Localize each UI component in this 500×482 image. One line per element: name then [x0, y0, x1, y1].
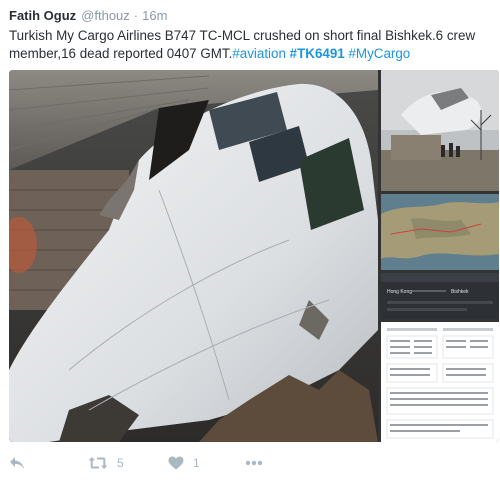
tweet-header: Fatih Oguz @fthouz · 16m	[9, 8, 167, 24]
reply-button[interactable]	[9, 453, 25, 473]
tweet: Fatih Oguz @fthouz · 16m Turkish My Carg…	[0, 0, 500, 482]
media-grid: Hong Kong Bishkek	[9, 70, 499, 442]
more-button[interactable]	[245, 453, 263, 473]
origin-label: Hong Kong	[387, 289, 412, 295]
destination-label: Bishkek	[451, 289, 469, 295]
heart-icon	[168, 456, 184, 470]
wreckage-photo-image	[9, 70, 378, 442]
retweet-count: 5	[117, 456, 124, 470]
data-table-image	[381, 322, 499, 442]
tweet-actions: 5 1	[9, 453, 309, 473]
flight-tracker-image: Hong Kong Bishkek	[381, 273, 499, 319]
tweet-text: Turkish My Cargo Airlines B747 TC-MCL cr…	[9, 27, 495, 63]
hashtag-mycargo[interactable]: #MyCargo	[348, 46, 410, 61]
retweet-icon	[88, 457, 108, 469]
retweet-button[interactable]: 5	[88, 453, 124, 473]
reply-icon	[10, 457, 24, 469]
thumb-map[interactable]	[381, 194, 499, 270]
like-count: 1	[193, 456, 200, 470]
crash-site-image	[381, 70, 499, 191]
main-photo[interactable]	[9, 70, 378, 442]
author-name[interactable]: Fatih Oguz	[9, 8, 76, 23]
timestamp[interactable]: 16m	[142, 8, 167, 23]
separator-dot: ·	[133, 8, 139, 23]
map-image	[381, 194, 499, 270]
thumb-flight-tracker[interactable]: Hong Kong Bishkek	[381, 273, 499, 319]
like-button[interactable]: 1	[168, 453, 200, 473]
thumb-crash-site[interactable]	[381, 70, 499, 191]
hashtag-tk6491[interactable]: #TK6491	[290, 46, 345, 61]
author-handle[interactable]: @fthouz	[81, 8, 130, 23]
more-icon	[245, 460, 263, 466]
hashtag-aviation[interactable]: #aviation	[232, 46, 286, 61]
thumb-data-table[interactable]	[381, 322, 499, 442]
